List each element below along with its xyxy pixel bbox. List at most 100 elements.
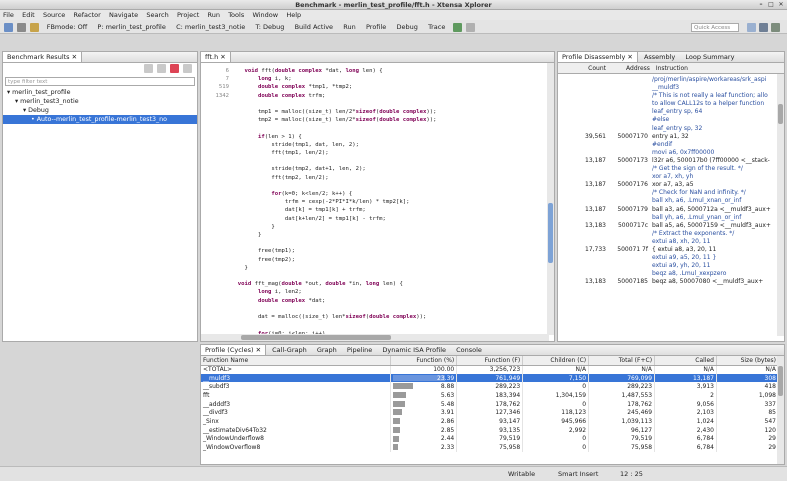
code-line[interactable]: dat[k+len/2] = tmp1[k] - trfm; (231, 215, 436, 223)
disassembly-row[interactable]: 13,187 50007173 l32r a6, 500017b0 (7ff0000… (558, 157, 784, 165)
col-total[interactable]: Total (F+C) (588, 356, 656, 366)
tab-loop-summary[interactable]: Loop Summary (681, 52, 738, 62)
code-line[interactable] (231, 272, 436, 280)
fbmode-selector[interactable]: FBmode: Off (47, 20, 87, 33)
disassembly-row[interactable]: extui a9, yh, 20, 11 (558, 262, 784, 270)
collapse-icon[interactable] (144, 64, 154, 73)
table-row[interactable]: _Sinx 2.86 93,147 945,966 1,039,113 1,024 547 (201, 417, 780, 426)
code-line[interactable]: fft(tmp2, len/2); (231, 174, 436, 182)
menu-file[interactable]: File (0, 11, 17, 19)
code-line[interactable] (231, 100, 436, 108)
menu-refactor[interactable]: Refactor (71, 11, 104, 19)
disassembly-row[interactable]: /* Extract the exponents. */ (558, 230, 784, 238)
col-function-name[interactable]: Function Name (201, 356, 392, 366)
disassembly-row[interactable]: to allow CALL12s to a helper function (558, 100, 784, 108)
code-line[interactable] (231, 182, 436, 190)
perspective-icon[interactable] (747, 23, 756, 32)
code-line[interactable] (231, 157, 436, 165)
disassembly-row[interactable]: ball xh, a6, .Lmul_xnan_or_inf (558, 197, 784, 205)
table-row[interactable]: __muldf3 23.39 761,949 7,150 769,099 13,187 30… (201, 373, 780, 383)
address-header[interactable]: Address (608, 63, 650, 74)
new-file-icon[interactable] (4, 22, 13, 32)
trace-button[interactable]: Trace (428, 20, 445, 33)
project-selector[interactable]: P: merlin_test_profile (97, 20, 165, 33)
menu-tools[interactable]: Tools (225, 11, 247, 19)
disassembly-row[interactable]: leaf_entry sp, 64 (558, 108, 784, 116)
instruction-header[interactable]: Instruction (652, 63, 688, 74)
search-icon[interactable] (465, 22, 475, 32)
debug-perspective-icon[interactable] (759, 23, 768, 32)
disassembly-row[interactable]: 39,561 50007170 entry a1, 32 (558, 133, 784, 141)
close-icon[interactable]: ✕ (777, 1, 785, 9)
wizard-icon[interactable] (452, 22, 462, 32)
code-line[interactable] (231, 124, 436, 132)
code-line[interactable] (231, 305, 436, 313)
run-button[interactable]: Run (343, 20, 355, 33)
code-line[interactable]: stride(tmp2, dat+1, len, 2); (231, 165, 436, 173)
menu-navigate[interactable]: Navigate (106, 11, 141, 19)
profile-button[interactable]: Profile (366, 20, 386, 33)
code-line[interactable]: void fft_mag(double *out, double *in, lo… (231, 280, 436, 288)
disassembly-row[interactable]: extui a8, xh, 20, 11 (558, 238, 784, 246)
disassembly-row[interactable]: xor a7, xh, yh (558, 173, 784, 181)
code-line[interactable]: fft(tmp1, len/2); (231, 149, 436, 157)
tab-profile-disassembly[interactable]: Profile Disassembly ✕ (558, 52, 638, 62)
disassembly-vertical-scrollbar[interactable] (777, 74, 784, 336)
disassembly-row[interactable]: /proj/merlin/aspire/workareas/srk_aspi (558, 76, 784, 84)
tree-item[interactable]: ▾ Debug (3, 106, 197, 115)
menu-help[interactable]: Help (283, 11, 304, 19)
disassembly-row[interactable]: #endif (558, 141, 784, 149)
menu-edit[interactable]: Edit (19, 11, 38, 19)
tab-assembly[interactable]: Assembly (640, 52, 679, 62)
editor-vertical-scrollbar[interactable] (547, 63, 554, 335)
quick-access-input[interactable]: Quick Access (691, 23, 739, 32)
tab-fft-h[interactable]: fft.h ✕ (201, 52, 231, 62)
menu-window[interactable]: Window (249, 11, 281, 19)
code-line[interactable]: void fft(double complex *dat, long len) … (231, 67, 436, 75)
col-called[interactable]: Called (654, 356, 717, 366)
tab-console[interactable]: Console (452, 345, 486, 355)
code-line[interactable]: dat = malloc((size_t) len*sizeof(double … (231, 313, 436, 321)
tree-item[interactable]: • Auto--merlin_test_profile-merlin_test3… (3, 115, 197, 124)
tab-pipeline[interactable]: Pipeline (343, 345, 376, 355)
code-line[interactable]: tmp2 = malloc((size_t) len/2*sizeof(doub… (231, 116, 437, 124)
table-row[interactable]: __adddf3 5.48 178,762 0 178,762 9,056 337 (201, 399, 780, 409)
tree-item[interactable]: ▾ merlin_test_profile (3, 88, 197, 97)
code-text[interactable]: void fft(double complex *dat, long len) … (231, 67, 437, 341)
build-active-button[interactable]: Build Active (295, 20, 334, 33)
disassembly-row[interactable]: 17,733 500071 7f { extui a8, a3, 20, 11 (558, 246, 784, 254)
code-line[interactable]: free(tmp1); (231, 247, 436, 255)
disassembly-row[interactable]: 13,187 50007179 ball a3, a6, 5000712a <__m… (558, 206, 784, 214)
minimize-icon[interactable]: – (757, 1, 765, 9)
disassembly-row[interactable]: ball yh, a6, .Lmul_ynan_or_inf (558, 214, 784, 222)
profile-scroll-thumb[interactable] (778, 366, 783, 396)
tab-benchmark-results[interactable]: Benchmark Results ✕ (3, 52, 83, 62)
disassembly-row[interactable]: 13,187 50007176 xor a7, a3, a5 (558, 181, 784, 189)
code-line[interactable]: stride(tmp1, dat, len, 2); (231, 141, 436, 149)
table-row[interactable]: __subdf3 8.88 289,223 0 289,223 3,913 418 (201, 382, 780, 392)
editor-scroll-thumb[interactable] (548, 203, 553, 263)
code-line[interactable] (231, 321, 436, 329)
disassembly-scroll-thumb[interactable] (778, 104, 783, 124)
code-line[interactable]: dat[k] = tmp1[k] + trfm; (231, 206, 436, 214)
tab-profile-cycles[interactable]: Profile (Cycles) ✕ (201, 345, 267, 355)
menu-run[interactable]: Run (204, 11, 222, 19)
delete-icon[interactable] (170, 64, 180, 73)
config-selector[interactable]: C: merlin_test3_notie (176, 20, 245, 33)
code-line[interactable] (231, 239, 436, 247)
filter-icon[interactable] (183, 64, 192, 73)
profile-perspective-icon[interactable] (771, 23, 780, 32)
editor-horizontal-scrollbar[interactable] (201, 334, 549, 341)
disassembly-row[interactable]: movi a6, 0x7ff00000 (558, 149, 784, 157)
profile-vertical-scrollbar[interactable] (777, 356, 784, 464)
disassembly-row[interactable]: __muldf3 (558, 84, 784, 92)
disassembly-row[interactable]: 13,183 50007185 beqz a8, 50007080 <__muldf… (558, 278, 784, 286)
table-row[interactable]: __estimateDiv64To32 2.85 93,135 2,992 96,127… (201, 425, 780, 435)
code-line[interactable]: if(len > 1) { (231, 133, 436, 141)
tab-graph[interactable]: Graph (313, 345, 341, 355)
table-row[interactable]: _WindowUnderflow8 2.44 79,519 0 79,519 6,784 2… (201, 434, 780, 444)
disassembly-row[interactable]: 13,183 5000717c ball a5, a6, 50007159 <__m… (558, 222, 784, 230)
col-function-pct[interactable]: Function (%) (390, 356, 458, 366)
menu-search[interactable]: Search (143, 11, 171, 19)
maximize-icon[interactable]: □ (767, 1, 775, 9)
